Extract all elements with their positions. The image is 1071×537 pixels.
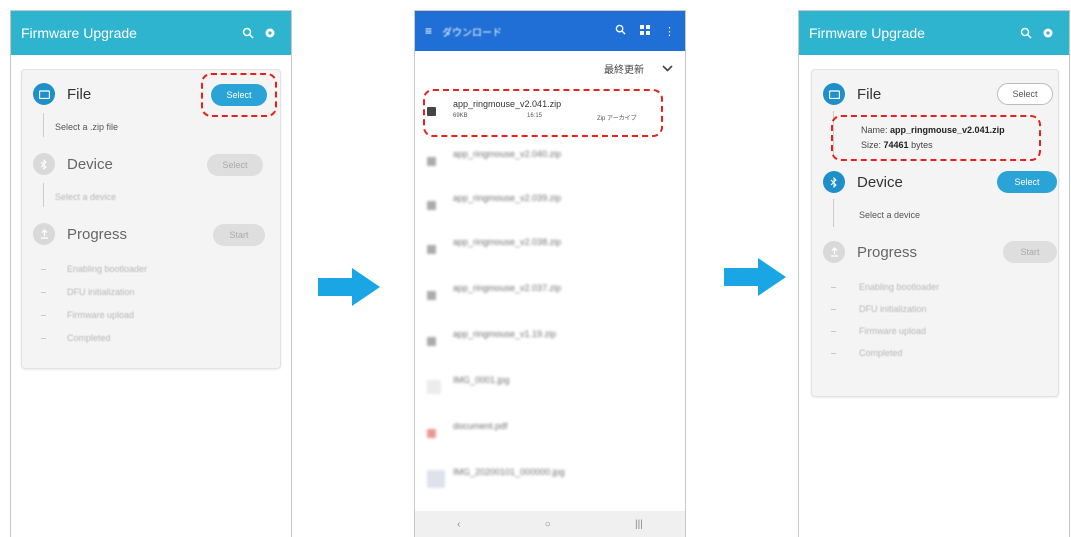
- step-item: Completed: [67, 333, 111, 343]
- image-icon: [427, 470, 445, 488]
- upload-icon: [33, 223, 55, 245]
- sort-label[interactable]: 最終更新: [604, 61, 644, 76]
- download-app-bar: ≡ ダウンロード ⋮: [415, 11, 685, 51]
- file-item[interactable]: IMG_20200101_000000.jpg: [427, 461, 673, 497]
- pdf-icon: [427, 428, 436, 438]
- search-icon[interactable]: [615, 22, 626, 40]
- device-label: Device: [67, 155, 113, 173]
- step-item: Enabling bootloader: [67, 264, 148, 274]
- device-label: Device: [857, 173, 903, 191]
- step-item: DFU initialization: [67, 287, 135, 297]
- highlight-selected-file: [423, 89, 663, 137]
- phone-screen-1: Firmware Upgrade File Select Select a .z…: [10, 10, 292, 537]
- start-button[interactable]: Start: [213, 224, 265, 246]
- highlight-file-info: [831, 115, 1041, 161]
- back-button[interactable]: ‹: [457, 519, 460, 530]
- more-icon[interactable]: ⋮: [664, 25, 675, 38]
- app-title: Firmware Upgrade: [21, 25, 137, 41]
- device-hint: Select a device: [859, 210, 921, 220]
- gear-icon[interactable]: [259, 27, 281, 39]
- search-icon[interactable]: [1015, 27, 1037, 39]
- arrow-right-icon: [318, 268, 380, 306]
- step-item: DFU initialization: [859, 304, 927, 314]
- gear-icon[interactable]: [1037, 27, 1059, 39]
- file-item[interactable]: app_ringmouse_v2.037.zip: [427, 277, 673, 313]
- app-bar: Firmware Upgrade: [11, 11, 291, 55]
- file-item[interactable]: IMG_0001.jpg: [427, 369, 673, 405]
- device-step: Device: [823, 171, 903, 193]
- device-select-button[interactable]: Select: [997, 171, 1057, 193]
- step-item: Completed: [859, 348, 903, 358]
- file-label: File: [857, 85, 882, 103]
- archive-icon: [427, 156, 436, 166]
- search-icon[interactable]: [237, 27, 259, 39]
- archive-icon: [427, 200, 436, 210]
- app-title: Firmware Upgrade: [809, 25, 925, 41]
- file-step: File: [33, 83, 91, 105]
- upload-icon: [823, 241, 845, 263]
- file-step: File: [823, 83, 881, 105]
- archive-icon: [427, 244, 436, 254]
- start-button[interactable]: Start: [1003, 241, 1057, 263]
- bluetooth-icon: [33, 153, 55, 175]
- app-bar: Firmware Upgrade: [799, 11, 1069, 55]
- arrow-right-icon: [724, 258, 786, 296]
- archive-icon: [427, 290, 436, 300]
- highlight-file-select: [201, 73, 277, 117]
- step-item: Firmware upload: [859, 326, 927, 336]
- archive-icon: [427, 336, 436, 346]
- phone-screen-2: ≡ ダウンロード ⋮ 最終更新 app_ringmouse_v2.041.zip…: [414, 10, 686, 537]
- phone-screen-3: Firmware Upgrade File Select Name: app_r…: [798, 10, 1070, 537]
- progress-step: Progress: [33, 223, 127, 245]
- system-nav-bar: ‹ ○ |||: [415, 511, 685, 537]
- folder-icon: [823, 83, 845, 105]
- bluetooth-icon: [823, 171, 845, 193]
- home-button[interactable]: ○: [545, 519, 551, 530]
- grid-view-icon[interactable]: [640, 22, 650, 40]
- file-item[interactable]: app_ringmouse_v2.040.zip: [427, 143, 673, 179]
- step-item: Enabling bootloader: [859, 282, 940, 292]
- device-select-button[interactable]: Select: [207, 154, 263, 176]
- file-label: File: [67, 85, 92, 103]
- download-title: ダウンロード: [442, 27, 503, 39]
- progress-label: Progress: [67, 225, 128, 243]
- device-hint: Select a device: [55, 192, 117, 202]
- image-icon: [427, 380, 441, 394]
- file-item[interactable]: app_ringmouse_v2.038.zip: [427, 231, 673, 267]
- step-item: Firmware upload: [67, 310, 135, 320]
- file-item[interactable]: app_ringmouse_v1.19.zip: [427, 323, 673, 359]
- progress-step: Progress: [823, 241, 917, 263]
- file-hint: Select a .zip file: [55, 122, 119, 132]
- sort-row: 最終更新: [604, 59, 673, 77]
- menu-icon[interactable]: ≡: [425, 24, 432, 38]
- chevron-down-icon[interactable]: [662, 59, 673, 77]
- file-select-button[interactable]: Select: [997, 83, 1053, 105]
- progress-label: Progress: [857, 243, 918, 261]
- device-step: Device: [33, 153, 113, 175]
- file-item[interactable]: document.pdf: [427, 415, 673, 451]
- file-item[interactable]: app_ringmouse_v2.039.zip: [427, 187, 673, 223]
- recents-button[interactable]: |||: [635, 519, 643, 530]
- folder-icon: [33, 83, 55, 105]
